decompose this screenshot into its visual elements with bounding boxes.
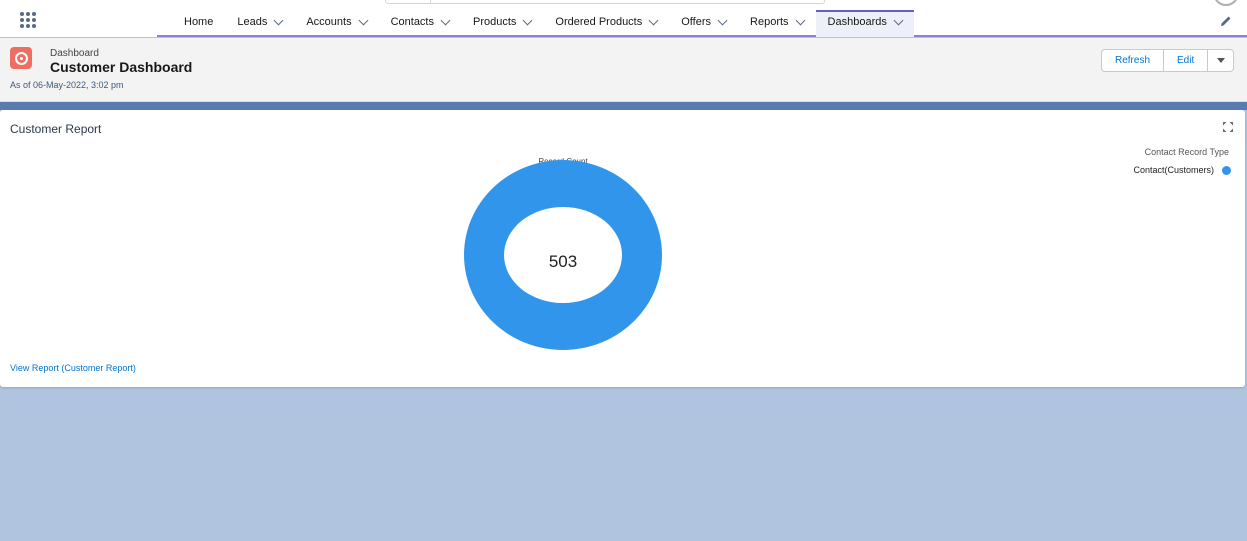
tab-label: Dashboards [827, 16, 887, 28]
tab-leads[interactable]: Leads [225, 10, 294, 37]
legend-item[interactable]: Contact(Customers) [1090, 165, 1231, 175]
tab-dashboards[interactable]: Dashboards [815, 10, 914, 37]
chevron-down-icon[interactable] [440, 15, 451, 26]
chevron-down-icon[interactable] [717, 15, 728, 26]
tab-label: Contacts [390, 16, 434, 28]
nav-tabs: Home Leads Accounts Contacts Products Ordered… [172, 10, 914, 37]
legend-title: Contact Record Type [1144, 147, 1229, 157]
tab-products[interactable]: Products [461, 10, 543, 37]
page-header: Dashboard Customer Dashboard As of 06-Ma… [0, 38, 1247, 102]
chevron-down-icon[interactable] [648, 15, 659, 26]
tab-reports[interactable]: Reports [738, 10, 816, 37]
tab-label: Leads [237, 16, 268, 28]
chevron-down-icon[interactable] [795, 15, 805, 26]
header-button-group: Refresh Edit [1101, 49, 1235, 72]
tab-label: Reports [750, 16, 789, 28]
chevron-down-icon[interactable] [273, 15, 284, 26]
tab-accounts[interactable]: Accounts [294, 10, 378, 37]
tab-label: Offers [681, 16, 712, 28]
card-title: Customer Report [10, 122, 102, 136]
expand-icon[interactable] [1223, 122, 1233, 132]
tab-label: Products [473, 16, 517, 28]
report-card: Customer Report Record Count 503 Contact… [0, 110, 1245, 387]
caret-down-icon [1216, 58, 1225, 63]
tab-label: Ordered Products [555, 16, 643, 28]
as-of-timestamp: As of 06-May-2022, 3:02 pm [10, 80, 124, 90]
app-launcher-underline [0, 35, 157, 37]
pencil-icon[interactable] [1220, 15, 1232, 27]
page-title: Customer Dashboard [50, 59, 193, 75]
tab-label: Home [184, 16, 214, 28]
tab-contacts[interactable]: Contacts [379, 10, 461, 37]
header-decorative-band [0, 102, 1247, 110]
edit-button[interactable]: Edit [1164, 50, 1209, 71]
tab-label: Accounts [306, 16, 352, 28]
chevron-down-icon[interactable] [358, 15, 369, 26]
view-report-link[interactable]: View Report (Customer Report) [10, 363, 136, 373]
more-actions-button[interactable] [1208, 50, 1233, 71]
top-navigation-bar: Home Leads Accounts Contacts Products Ordered… [0, 0, 1247, 37]
donut-center-value: 503 [548, 252, 578, 271]
global-search-bar[interactable] [385, 0, 825, 4]
user-avatar[interactable] [1213, 0, 1239, 6]
tab-ordered-products[interactable]: Ordered Products [543, 10, 669, 37]
chevron-down-icon[interactable] [522, 15, 533, 26]
refresh-button[interactable]: Refresh [1102, 50, 1165, 71]
legend-color-swatch [1222, 165, 1231, 175]
app-launcher-icon[interactable] [20, 12, 36, 28]
tab-offers[interactable]: Offers [669, 10, 738, 37]
chevron-down-icon[interactable] [893, 15, 904, 26]
dashboard-gauge-icon [10, 47, 32, 69]
page-eyebrow: Dashboard [50, 48, 99, 59]
tab-home[interactable]: Home [172, 10, 225, 37]
legend-item-label: Contact(Customers) [1133, 165, 1214, 175]
